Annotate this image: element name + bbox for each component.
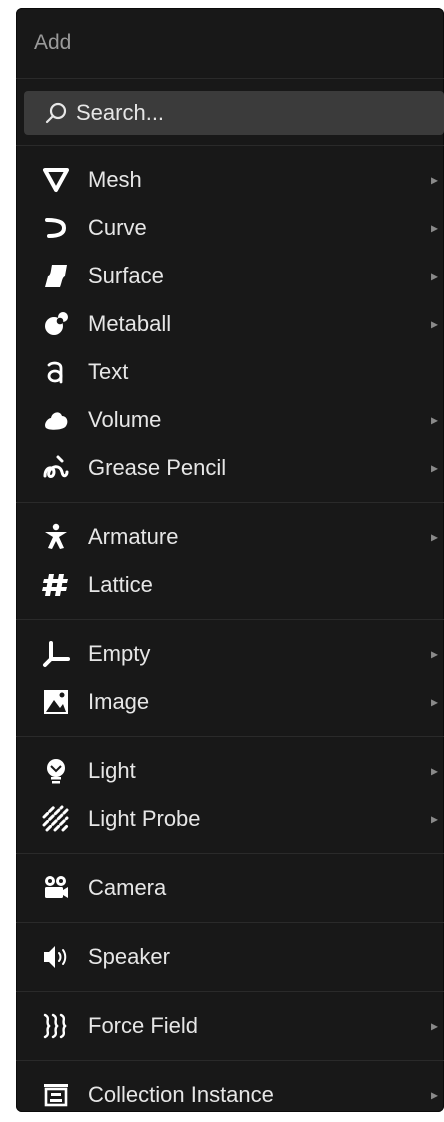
armature-icon — [36, 523, 76, 551]
menu-item-force-field[interactable]: Force Field ▸ — [16, 1002, 444, 1050]
menu-item-curve[interactable]: Curve ▸ — [16, 204, 444, 252]
search-icon — [36, 101, 76, 125]
menu-item-grease-pencil[interactable]: Grease Pencil ▸ — [16, 444, 444, 492]
menu-item-label: Image — [88, 689, 150, 714]
submenu-arrow-icon: ▸ — [430, 645, 438, 662]
divider — [16, 1060, 444, 1061]
divider — [16, 922, 444, 923]
light-icon — [36, 757, 76, 785]
submenu-arrow-icon: ▸ — [430, 1017, 438, 1034]
menu-item-lattice[interactable]: Lattice — [16, 561, 444, 609]
menu-item-label: Light Probe — [88, 806, 201, 831]
search-input[interactable]: Search... — [24, 91, 444, 135]
submenu-arrow-icon: ▸ — [430, 219, 438, 236]
divider — [16, 619, 444, 620]
menu-item-label: Light — [88, 758, 136, 783]
menu-item-label: Mesh — [88, 167, 142, 192]
lattice-icon — [36, 571, 76, 599]
speaker-icon — [36, 943, 76, 971]
menu-item-label: Speaker — [88, 944, 170, 969]
grease-pencil-icon — [36, 454, 76, 482]
menu-item-label: Force Field — [88, 1013, 199, 1038]
menu-item-label: Grease Pencil — [88, 455, 227, 480]
divider — [16, 853, 444, 854]
menu-item-armature[interactable]: Armature ▸ — [16, 513, 444, 561]
menu-items: Mesh ▸ Curve ▸ Surface ▸ Metaball ▸ Text… — [16, 145, 444, 1112]
empty-icon — [36, 640, 76, 668]
menu-item-speaker[interactable]: Speaker — [16, 933, 444, 981]
submenu-arrow-icon: ▸ — [430, 267, 438, 284]
menu-item-label: Surface — [88, 263, 164, 288]
menu-item-label: Armature — [88, 524, 179, 549]
force-field-icon — [36, 1012, 76, 1040]
divider — [16, 736, 444, 737]
menu-item-collection-instance[interactable]: Collection Instance ▸ — [16, 1071, 444, 1112]
mesh-icon — [36, 166, 76, 194]
menu-item-mesh[interactable]: Mesh ▸ — [16, 156, 444, 204]
menu-item-metaball[interactable]: Metaball ▸ — [16, 300, 444, 348]
collection-instance-icon — [36, 1081, 76, 1109]
menu-item-label: Text — [88, 359, 129, 384]
submenu-arrow-icon: ▸ — [430, 171, 438, 188]
submenu-arrow-icon: ▸ — [430, 693, 438, 710]
menu-title-text: Add — [34, 31, 72, 54]
text-icon — [36, 358, 76, 386]
submenu-arrow-icon: ▸ — [430, 315, 438, 332]
camera-icon — [36, 874, 76, 902]
menu-item-label: Lattice — [88, 572, 153, 597]
image-icon — [36, 688, 76, 716]
metaball-icon — [36, 310, 76, 338]
divider — [16, 145, 444, 146]
divider — [16, 502, 444, 503]
surface-icon — [36, 262, 76, 290]
divider — [16, 991, 444, 992]
submenu-arrow-icon: ▸ — [430, 411, 438, 428]
volume-icon — [36, 406, 76, 434]
menu-item-label: Volume — [88, 407, 162, 432]
menu-item-surface[interactable]: Surface ▸ — [16, 252, 444, 300]
menu-item-label: Camera — [88, 875, 167, 900]
menu-title: Add — [16, 8, 444, 79]
menu-item-image[interactable]: Image ▸ — [16, 678, 444, 726]
search-placeholder: Search... — [76, 100, 165, 125]
submenu-arrow-icon: ▸ — [430, 810, 438, 827]
menu-item-text[interactable]: Text — [16, 348, 444, 396]
menu-item-label: Curve — [88, 215, 147, 240]
light-probe-icon — [36, 805, 76, 833]
add-menu: Add Search... Mesh ▸ Curve ▸ Surface ▸ M… — [16, 8, 444, 1112]
menu-item-empty[interactable]: Empty ▸ — [16, 630, 444, 678]
menu-item-camera[interactable]: Camera — [16, 864, 444, 912]
submenu-arrow-icon: ▸ — [430, 528, 438, 545]
menu-item-label: Collection Instance — [88, 1082, 274, 1107]
menu-item-volume[interactable]: Volume ▸ — [16, 396, 444, 444]
submenu-arrow-icon: ▸ — [430, 762, 438, 779]
menu-item-label: Metaball — [88, 311, 172, 336]
submenu-arrow-icon: ▸ — [430, 459, 438, 476]
menu-item-light-probe[interactable]: Light Probe ▸ — [16, 795, 444, 843]
menu-item-label: Empty — [88, 641, 151, 666]
menu-item-light[interactable]: Light ▸ — [16, 747, 444, 795]
submenu-arrow-icon: ▸ — [430, 1086, 438, 1103]
curve-icon — [36, 214, 76, 242]
